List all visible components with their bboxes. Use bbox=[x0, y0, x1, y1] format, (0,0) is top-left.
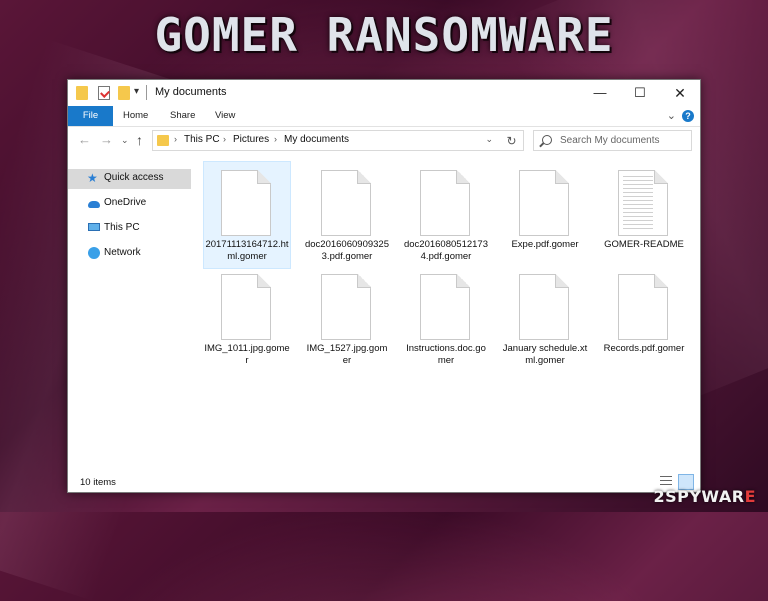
tab-view[interactable]: View bbox=[205, 106, 245, 126]
folder-icon bbox=[157, 135, 169, 146]
properties-icon[interactable] bbox=[98, 86, 110, 100]
help-icon[interactable]: ? bbox=[682, 110, 694, 122]
computer-icon bbox=[88, 223, 100, 231]
file-name: 20171113164712.html.gomer bbox=[205, 239, 289, 262]
back-button[interactable]: ← bbox=[78, 132, 91, 147]
banner-title: GOMER RANSOMWARE bbox=[154, 8, 614, 62]
page-fold bbox=[257, 170, 271, 184]
sidebar-item-label: This PC bbox=[104, 222, 140, 233]
sidebar-item-quick-access[interactable]: ★ Quick access bbox=[68, 169, 191, 189]
close-button[interactable]: ✕ bbox=[660, 80, 700, 106]
watermark-logo: 2SPYWARE bbox=[653, 487, 756, 506]
window-title: My documents bbox=[155, 86, 227, 98]
watermark-suffix: E bbox=[744, 487, 756, 506]
file-name: Instructions.doc.gomer bbox=[406, 343, 486, 366]
cloud-icon bbox=[88, 201, 100, 208]
minimize-button[interactable]: — bbox=[580, 80, 620, 106]
file-name: Expe.pdf.gomer bbox=[511, 239, 579, 250]
page-fold bbox=[654, 274, 668, 288]
file-name: January schedule.xtml.gomer bbox=[502, 343, 588, 366]
item-count: 10 items bbox=[80, 477, 116, 488]
page-fold bbox=[357, 274, 371, 288]
ribbon: File Home Share View ⌄ ? bbox=[68, 106, 700, 127]
new-folder-icon[interactable] bbox=[118, 86, 130, 100]
sidebar-item-label: Network bbox=[104, 247, 141, 258]
refresh-button[interactable]: ↻ bbox=[500, 130, 524, 151]
network-icon bbox=[88, 247, 100, 259]
text-lines bbox=[623, 176, 653, 230]
file-list: 20171113164712.html.gomer doc20160609093… bbox=[194, 160, 700, 470]
title-bar: ▾ My documents — ☐ ✕ bbox=[68, 80, 700, 106]
tab-file[interactable]: File bbox=[68, 106, 113, 126]
sidebar-item-label: Quick access bbox=[104, 172, 164, 183]
folder-icon bbox=[76, 86, 88, 100]
watermark-prefix: 2 bbox=[653, 487, 666, 506]
recent-locations-dropdown[interactable]: ⌄ bbox=[121, 135, 129, 146]
sidebar-item-onedrive[interactable]: OneDrive bbox=[68, 194, 191, 214]
page-fold bbox=[357, 170, 371, 184]
address-bar[interactable]: › This PC › Pictures › My documents ⌄ bbox=[152, 130, 524, 151]
breadcrumb-this-pc[interactable]: This PC bbox=[184, 134, 220, 145]
sidebar-item-this-pc[interactable]: This PC bbox=[68, 219, 191, 239]
sidebar-item-label: OneDrive bbox=[104, 197, 147, 208]
file-name: IMG_1527.jpg.gomer bbox=[306, 343, 388, 366]
file-name: doc20160805121734.pdf.gomer bbox=[403, 239, 488, 262]
address-dropdown[interactable]: ⌄ bbox=[485, 134, 493, 145]
navigation-pane: ★ Quick access OneDrive This PC Network bbox=[68, 166, 193, 466]
tab-home[interactable]: Home bbox=[113, 106, 158, 126]
watermark-brand: SPYWAR bbox=[665, 487, 745, 506]
file-name: doc20160609093253.pdf.gomer bbox=[304, 239, 389, 262]
divider bbox=[146, 85, 147, 100]
forward-button[interactable]: → bbox=[100, 132, 113, 147]
tab-share[interactable]: Share bbox=[160, 106, 205, 126]
search-input[interactable] bbox=[560, 131, 685, 150]
breadcrumb-my-documents[interactable]: My documents bbox=[284, 134, 349, 145]
star-icon: ★ bbox=[87, 171, 98, 185]
quick-access-toolbar-dropdown[interactable]: ▾ bbox=[134, 86, 139, 97]
breadcrumb-pictures[interactable]: Pictures bbox=[233, 134, 269, 145]
page-fold bbox=[654, 170, 668, 184]
file-explorer-window: ▾ My documents — ☐ ✕ File Home Share Vie… bbox=[67, 79, 701, 493]
breadcrumb-separator[interactable]: › bbox=[174, 134, 177, 144]
maximize-button[interactable]: ☐ bbox=[620, 80, 660, 106]
file-name: IMG_1011.jpg.gomer bbox=[204, 343, 290, 366]
navigation-bar: ← → ⌄ ↑ › This PC › Pictures › My docume… bbox=[68, 127, 700, 155]
page-fold bbox=[456, 274, 470, 288]
page-fold bbox=[456, 170, 470, 184]
page-fold bbox=[555, 170, 569, 184]
file-name: Records.pdf.gomer bbox=[603, 343, 685, 354]
file-name: GOMER-README bbox=[604, 239, 684, 250]
up-button[interactable]: ↑ bbox=[136, 132, 143, 148]
expand-ribbon-chevron-icon[interactable]: ⌄ bbox=[667, 109, 676, 122]
sidebar-item-network[interactable]: Network bbox=[68, 244, 191, 264]
page-fold bbox=[555, 274, 569, 288]
search-icon bbox=[542, 135, 552, 145]
breadcrumb-separator[interactable]: › bbox=[223, 134, 226, 144]
breadcrumb-separator[interactable]: › bbox=[274, 134, 277, 144]
page-fold bbox=[257, 274, 271, 288]
search-box[interactable] bbox=[533, 130, 692, 151]
